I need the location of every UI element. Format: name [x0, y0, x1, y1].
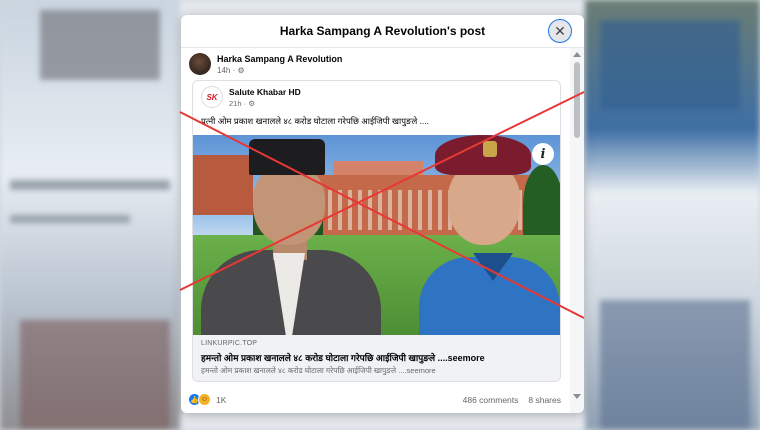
link-description: हमन्तो ओम प्रकाश खनालले ४८ करोड घोटाला ग…: [201, 366, 436, 375]
haha-reaction-icon[interactable]: ☺: [198, 393, 211, 406]
shared-page-name[interactable]: Salute Khabar HD: [229, 87, 301, 97]
shares-count[interactable]: 8 shares: [528, 395, 561, 405]
shared-post[interactable]: SK Salute Khabar HD 21h · ⚙ पत्नी ओम प्र…: [192, 80, 561, 382]
scrollbar[interactable]: [570, 48, 584, 413]
close-icon: ✕: [554, 23, 566, 39]
modal-title: Harka Sampang A Revolution's post: [279, 24, 486, 38]
comments-count[interactable]: 486 comments: [463, 395, 519, 405]
page-logo[interactable]: SK: [201, 86, 223, 108]
modal-header: Harka Sampang A Revolution's post ✕: [181, 15, 584, 48]
link-preview-image[interactable]: i: [193, 135, 560, 335]
shared-post-meta: 21h · ⚙: [229, 99, 301, 108]
scroll-up-arrow-icon[interactable]: [573, 52, 581, 57]
shared-post-header: SK Salute Khabar HD 21h · ⚙: [201, 86, 301, 108]
link-title[interactable]: हमन्तो ओम प्रकाश खनालले ४८ करोड घोटाला ग…: [201, 351, 485, 364]
post-content: Harka Sampang A Revolution 14h · ⚙ SK Sa…: [181, 48, 570, 413]
author-avatar[interactable]: [189, 53, 211, 75]
globe-icon: ⚙: [237, 65, 245, 75]
post-time[interactable]: 14h: [217, 66, 230, 75]
close-button[interactable]: ✕: [548, 19, 572, 43]
link-domain: LINKURPIC.TOP: [201, 340, 258, 347]
shared-post-time[interactable]: 21h: [229, 99, 242, 108]
globe-icon: ⚙: [248, 98, 255, 108]
scroll-down-arrow-icon[interactable]: [573, 394, 581, 399]
info-icon[interactable]: i: [532, 143, 554, 165]
author-name[interactable]: Harka Sampang A Revolution: [217, 54, 342, 64]
post-modal: Harka Sampang A Revolution's post ✕ Hark…: [181, 15, 584, 413]
post-footer: 👍 ☺ 1K 486 comments 8 shares: [189, 393, 561, 406]
post-header: Harka Sampang A Revolution 14h · ⚙: [189, 53, 342, 75]
post-meta: 14h · ⚙: [217, 66, 342, 75]
reaction-count[interactable]: 1K: [216, 395, 226, 405]
shared-post-text: पत्नी ओम प्रकाश खनालले ४८ करोड घोटाला गर…: [201, 116, 430, 126]
link-preview[interactable]: LINKURPIC.TOP हमन्तो ओम प्रकाश खनालले ४८…: [193, 335, 560, 381]
scrollbar-thumb[interactable]: [574, 62, 580, 138]
